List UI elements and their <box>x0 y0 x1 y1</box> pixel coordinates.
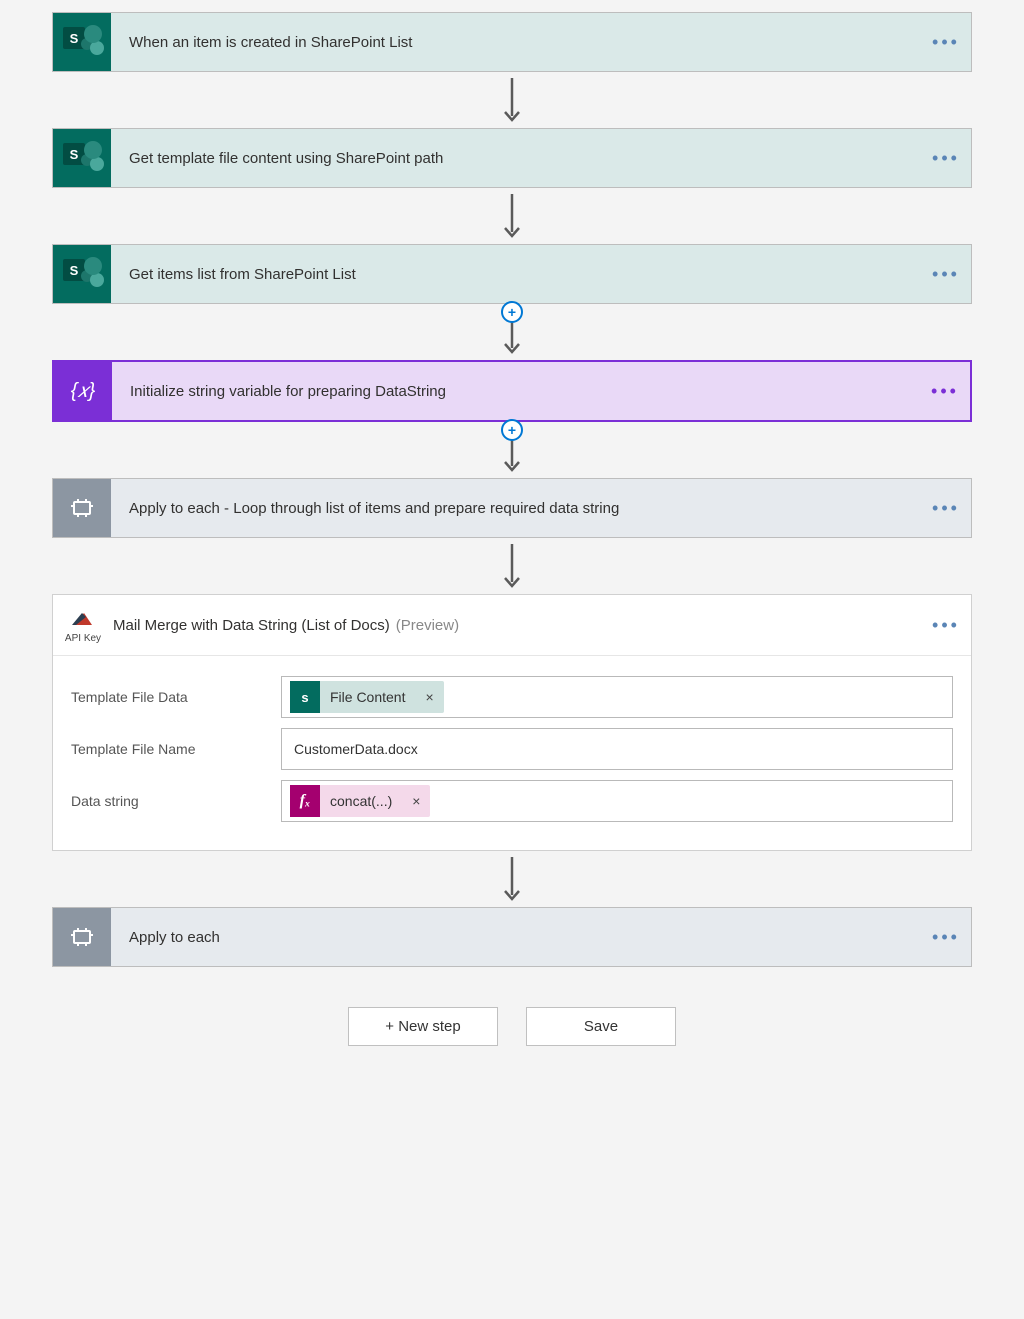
sharepoint-icon <box>53 13 111 71</box>
flow-step-get-template[interactable]: Get template file content using SharePoi… <box>52 128 972 188</box>
dynamic-token-file-content[interactable]: s File Content × <box>290 681 444 713</box>
step-title: Get template file content using SharePoi… <box>111 150 921 167</box>
add-step-button[interactable] <box>501 301 523 323</box>
flow-step-trigger[interactable]: When an item is created in SharePoint Li… <box>52 12 972 72</box>
token-label: File Content <box>320 689 415 705</box>
step-menu-button[interactable]: ••• <box>921 32 971 53</box>
flow-step-apply-to-each[interactable]: Apply to each ••• <box>52 907 972 967</box>
save-button[interactable]: Save <box>526 1007 676 1046</box>
step-title: Apply to each - Loop through list of ite… <box>111 500 921 517</box>
field-label: Template File Data <box>71 689 281 705</box>
flow-step-mail-merge[interactable]: API Key Mail Merge with Data String (Lis… <box>52 594 972 851</box>
api-key-icon: API Key <box>53 595 113 655</box>
flow-arrow <box>503 538 521 594</box>
card-title: Mail Merge with Data String (List of Doc… <box>113 617 390 634</box>
flow-step-get-items[interactable]: Get items list from SharePoint List ••• <box>52 244 972 304</box>
step-menu-button[interactable]: ••• <box>921 264 971 285</box>
flow-step-initialize-variable[interactable]: {𝑥} Initialize string variable for prepa… <box>52 360 972 422</box>
flow-arrow <box>503 422 521 478</box>
step-title: When an item is created in SharePoint Li… <box>111 34 921 51</box>
sharepoint-icon: s <box>290 681 320 713</box>
card-body: Template File Data s File Content × Temp… <box>53 656 971 850</box>
sharepoint-icon <box>53 245 111 303</box>
card-header[interactable]: API Key Mail Merge with Data String (Lis… <box>53 595 971 656</box>
sharepoint-icon <box>53 129 111 187</box>
step-title: Get items list from SharePoint List <box>111 266 921 283</box>
remove-token-button[interactable]: × <box>402 793 430 809</box>
loop-icon <box>53 908 111 966</box>
footer-buttons: + New step Save <box>348 1007 676 1046</box>
step-menu-button[interactable]: ••• <box>921 498 971 519</box>
step-menu-button[interactable]: ••• <box>920 381 970 402</box>
loop-icon <box>53 479 111 537</box>
field-input-template-file-data[interactable]: s File Content × <box>281 676 953 718</box>
flow-arrow <box>503 188 521 244</box>
step-title: Apply to each <box>111 929 921 946</box>
token-label: concat(...) <box>320 793 402 809</box>
add-step-button[interactable] <box>501 419 523 441</box>
form-row-template-file-data: Template File Data s File Content × <box>71 676 953 718</box>
field-label: Template File Name <box>71 741 281 757</box>
preview-label: (Preview) <box>396 617 459 634</box>
form-row-template-file-name: Template File Name CustomerData.docx <box>71 728 953 770</box>
remove-token-button[interactable]: × <box>415 689 443 705</box>
expression-token-concat[interactable]: fₓ concat(...) × <box>290 785 430 817</box>
step-menu-button[interactable]: ••• <box>921 148 971 169</box>
fx-icon: fₓ <box>290 785 320 817</box>
flow-arrow <box>503 304 521 360</box>
field-label: Data string <box>71 793 281 809</box>
variable-icon: {𝑥} <box>54 362 112 420</box>
step-title: Initialize string variable for preparing… <box>112 383 920 400</box>
step-menu-button[interactable]: ••• <box>921 927 971 948</box>
flow-step-apply-to-each-prepare[interactable]: Apply to each - Loop through list of ite… <box>52 478 972 538</box>
step-menu-button[interactable]: ••• <box>921 615 971 636</box>
field-input-data-string[interactable]: fₓ concat(...) × <box>281 780 953 822</box>
new-step-button[interactable]: + New step <box>348 1007 498 1046</box>
field-input-template-file-name[interactable]: CustomerData.docx <box>281 728 953 770</box>
form-row-data-string: Data string fₓ concat(...) × <box>71 780 953 822</box>
flow-arrow <box>503 851 521 907</box>
flow-arrow <box>503 72 521 128</box>
